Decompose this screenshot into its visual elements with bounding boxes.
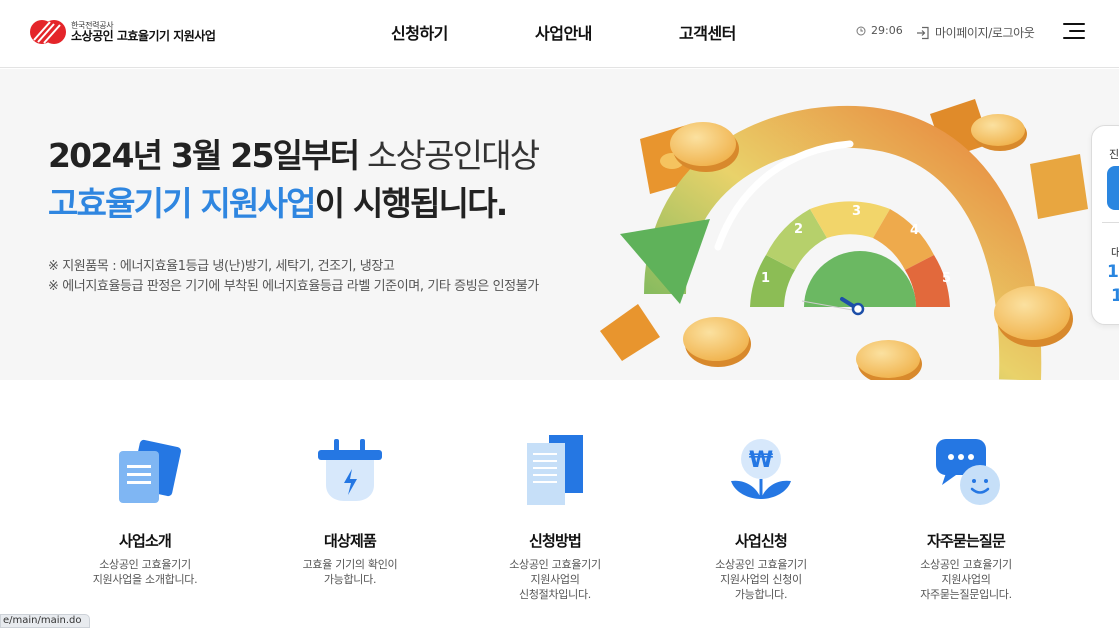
browser-status-url: e/main/main.do	[0, 614, 90, 628]
clock-icon	[856, 26, 866, 35]
chat-bubble-icon	[926, 433, 1006, 513]
svg-text:₩: ₩	[749, 448, 773, 473]
timer-value: 29:06	[871, 24, 903, 37]
card-description: 소상공인 고효율기기 지원사업을 소개합니다.	[92, 558, 198, 586]
card-title: 사업소개	[118, 532, 172, 550]
card-title: 자주묻는질문	[926, 532, 1006, 550]
side-widget-top-text: 진	[1109, 148, 1119, 161]
session-timer: 29:06	[856, 24, 903, 37]
document-icon	[105, 433, 185, 513]
gauge-label-3: 3	[852, 204, 861, 219]
card-description: 소상공인 고효율기기 지원사업의 신청절차입니다.	[509, 558, 601, 601]
card-title: 사업신청	[734, 532, 788, 550]
hero-program-suffix: 이 시행됩니다.	[314, 184, 509, 223]
site-header: 한국전력공사 소상공인 고효율기기 지원사업 신청하기 사업안내 고객센터 29…	[0, 0, 1119, 68]
card-business-apply[interactable]: ₩ 사업신청 소상공인 고효율기기 지원사업의 신청이 가능합니다.	[686, 433, 836, 602]
card-title: 대상제품	[323, 532, 377, 550]
card-apply-method[interactable]: 신청방법 소상공인 고효율기기 지원사업의 신청절차입니다.	[480, 433, 630, 602]
menu-hamburger-icon[interactable]	[1063, 23, 1085, 41]
side-widget-label: 대	[1111, 244, 1119, 260]
application-form-icon	[515, 433, 595, 513]
hero-note-label: ※ 에너지효율등급 판정은 기기에 부착된 에너지효율등급 라벨 기준이며, 기…	[48, 279, 539, 294]
hero-date-text: 2024년 3월 25일부터	[48, 136, 360, 175]
hero-banner: 2024년 3월 25일부터 소상공인대상 고효율기기 지원사업이 시행됩니다.…	[0, 69, 1119, 380]
card-title: 신청방법	[528, 532, 582, 550]
hero-headline-1: 2024년 3월 25일부터 소상공인대상	[48, 129, 540, 177]
logo-title: 소상공인 고효율기기 지원사업	[71, 28, 216, 43]
gauge-label-2: 2	[794, 222, 803, 237]
nav-business-info[interactable]: 사업안내	[535, 20, 592, 44]
card-description: 고효율 기기의 확인이 가능합니다.	[302, 558, 398, 586]
card-description: 소상공인 고효율기기 지원사업의 신청이 가능합니다.	[715, 558, 807, 601]
quick-menu-cards: 사업소개 소상공인 고효율기기 지원사업을 소개합니다. 대상제품 고효율 기기…	[0, 381, 1119, 625]
card-business-intro[interactable]: 사업소개 소상공인 고효율기기 지원사업을 소개합니다.	[70, 433, 220, 587]
gauge-label-1: 1	[761, 271, 770, 286]
nav-customer-center[interactable]: 고객센터	[679, 20, 736, 44]
hero-headline-2: 고효율기기 지원사업이 시행됩니다.	[48, 177, 509, 225]
hero-note-items: ※ 지원품목 : 에너지효율1등급 냉(난)방기, 세탁기, 건조기, 냉장고	[48, 259, 395, 274]
side-quick-widget[interactable]: 진 대 15 1	[1091, 125, 1119, 325]
side-widget-number-1: 15	[1107, 262, 1119, 282]
gauge-label-4: 4	[910, 223, 919, 238]
side-widget-divider	[1102, 222, 1119, 223]
gauge-label-5: 5	[942, 271, 951, 286]
nav-apply[interactable]: 신청하기	[391, 20, 448, 44]
card-target-products[interactable]: 대상제품 고효율 기기의 확인이 가능합니다.	[275, 433, 425, 587]
won-plant-icon: ₩	[721, 433, 801, 513]
side-widget-button[interactable]	[1107, 166, 1119, 210]
hero-target-text: 소상공인대상	[358, 136, 540, 175]
mypage-logout-link[interactable]: 마이페이지/로그아웃	[916, 24, 1035, 41]
logout-icon	[917, 26, 929, 39]
kepco-logo[interactable]: 한국전력공사 소상공인 고효율기기 지원사업	[28, 17, 216, 47]
mypage-label: 마이페이지/로그아웃	[935, 26, 1035, 40]
hero-program-name: 고효율기기 지원사업	[48, 184, 317, 223]
side-widget-number-2: 1	[1111, 286, 1119, 306]
energy-grade-gauge: 1 2 3 4 5	[750, 201, 951, 316]
card-description: 소상공인 고효율기기 지원사업의 자주묻는질문입니다.	[920, 558, 1012, 601]
kepco-logo-icon	[28, 18, 68, 46]
efficiency-gauge-illustration: 1 2 3 4 5	[600, 99, 1088, 380]
plug-icon	[310, 433, 390, 513]
card-faq[interactable]: 자주묻는질문 소상공인 고효율기기 지원사업의 자주묻는질문입니다.	[891, 433, 1041, 602]
